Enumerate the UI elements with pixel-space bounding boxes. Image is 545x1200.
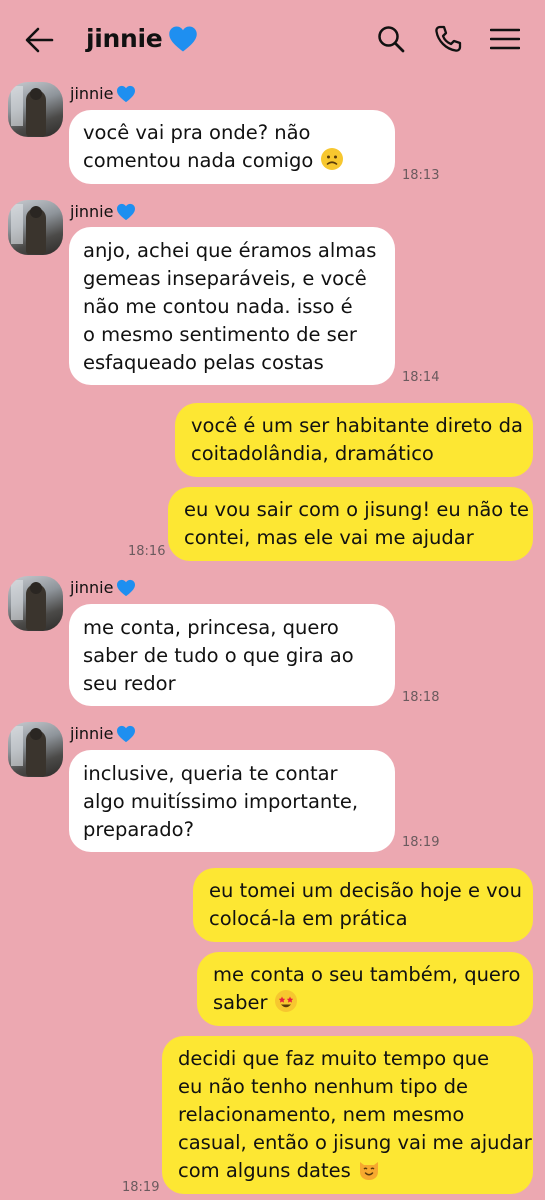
hamburger-menu-icon[interactable]	[490, 24, 520, 54]
search-icon[interactable]	[376, 24, 406, 54]
sender-name: jinnie	[70, 724, 136, 743]
message-timestamp: 18:13	[402, 168, 440, 183]
message-bubble-outgoing[interactable]: você é um ser habitante direto da coitad…	[175, 403, 533, 477]
message-timestamp: 18:14	[402, 370, 440, 385]
blue-heart-icon	[117, 725, 136, 742]
sender-name: jinnie	[70, 202, 136, 221]
avatar[interactable]	[8, 722, 63, 777]
sender-name: jinnie	[70, 578, 136, 597]
sender-name: jinnie	[70, 84, 136, 103]
arrow-left-icon[interactable]	[24, 26, 54, 54]
slightly-frowning-face-icon	[320, 148, 343, 170]
message-bubble-incoming[interactable]: inclusive, queria te contar algo muitíss…	[69, 750, 395, 852]
smiling-cat-face-icon	[360, 1162, 378, 1180]
message-bubble-outgoing[interactable]: eu vou sair com o jisung! eu não te cont…	[168, 487, 533, 561]
blue-heart-icon	[117, 85, 136, 102]
message-bubble-incoming[interactable]: você vai pra onde? não comentou nada com…	[69, 110, 395, 184]
avatar[interactable]	[8, 82, 63, 137]
message-timestamp: 18:19	[122, 1180, 160, 1195]
message-bubble-outgoing[interactable]: decidi que faz muito tempo que eu não te…	[162, 1036, 533, 1194]
blue-heart-icon	[117, 203, 136, 220]
chat-header: jinnie	[0, 0, 545, 80]
message-timestamp: 18:16	[128, 544, 166, 559]
star-struck-face-icon	[274, 990, 297, 1012]
message-timestamp: 18:19	[402, 835, 440, 850]
phone-icon[interactable]	[433, 24, 463, 54]
avatar[interactable]	[8, 576, 63, 631]
avatar[interactable]	[8, 200, 63, 255]
blue-heart-icon	[117, 579, 136, 596]
message-bubble-outgoing[interactable]: me conta o seu também, quero saber	[197, 952, 533, 1026]
chat-title[interactable]: jinnie	[86, 24, 198, 53]
message-bubble-outgoing[interactable]: eu tomei um decisão hoje e vou colocá-la…	[193, 868, 533, 942]
blue-heart-icon	[169, 26, 198, 51]
message-timestamp: 18:18	[402, 690, 440, 705]
message-bubble-incoming[interactable]: me conta, princesa, quero saber de tudo …	[69, 604, 395, 706]
contact-name: jinnie	[86, 24, 163, 53]
message-bubble-incoming[interactable]: anjo, achei que éramos almas gemeas inse…	[69, 227, 395, 385]
